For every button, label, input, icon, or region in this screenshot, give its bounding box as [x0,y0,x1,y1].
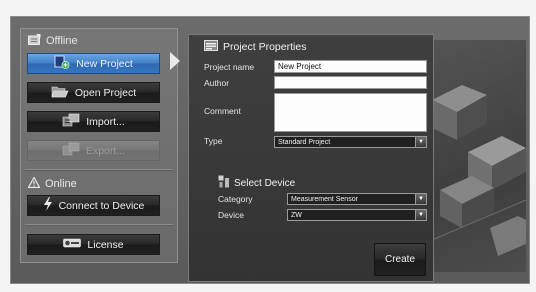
type-select-value: Standard Project [278,139,331,146]
type-label: Type [204,136,223,146]
new-project-button[interactable]: New Project [27,53,160,74]
chevron-down-icon: ▼ [415,137,426,147]
project-name-label: Project name [204,62,255,72]
device-select[interactable]: ZW ▼ [287,209,427,221]
import-label: Import... [86,115,125,128]
export-label: Export... [85,144,126,157]
open-project-label: Open Project [74,86,137,99]
comment-label: Comment [204,106,241,116]
open-folder-icon [51,85,69,101]
selection-arrow-icon [170,52,180,70]
project-properties-heading: Project Properties [204,40,306,54]
create-button-label: Create [384,254,415,265]
category-select[interactable]: Measurement Sensor ▼ [287,193,427,205]
start-menu-panel: Offline New Project Open Project Import.… [20,28,178,263]
lightning-icon [43,197,53,214]
device-icon [218,175,230,191]
category-label: Category [218,194,253,204]
warning-icon [27,176,41,191]
offline-folder-icon [28,34,41,48]
online-section-heading: Online [27,176,77,191]
type-select[interactable]: Standard Project ▼ [274,136,427,148]
section-divider [25,169,173,171]
chevron-down-icon: ▼ [415,210,426,220]
select-device-heading: Select Device [218,175,295,191]
open-project-button[interactable]: Open Project [27,82,160,103]
online-heading: Online [45,178,77,190]
new-project-icon [54,55,70,72]
project-properties-title: Project Properties [223,41,307,53]
comment-textarea[interactable] [274,93,427,132]
offline-section-heading: Offline [28,34,78,48]
license-label: License [87,238,124,251]
select-device-title: Select Device [234,177,296,189]
author-input[interactable] [274,76,427,89]
section-divider [25,224,173,226]
export-icon [62,142,80,159]
export-button[interactable]: Export... [27,140,160,161]
project-name-input[interactable] [274,60,427,73]
category-select-value: Measurement Sensor [291,196,358,203]
connect-to-device-label: Connect to Device [58,199,145,212]
offline-heading: Offline [46,35,78,47]
import-button[interactable]: Import... [27,111,160,132]
import-icon [62,113,80,130]
create-button[interactable]: Create [374,243,426,276]
chevron-down-icon: ▼ [415,194,426,204]
connect-to-device-button[interactable]: Connect to Device [27,195,160,216]
key-icon [63,238,82,251]
device-label: Device [218,210,244,220]
device-select-value: ZW [291,212,302,219]
background-3d-scene [432,40,526,272]
author-label: Author [204,78,230,88]
project-properties-panel: Project Properties Project name Author C… [188,34,434,282]
properties-icon [204,40,218,54]
license-button[interactable]: License [27,234,160,255]
new-project-label: New Project [76,57,133,70]
